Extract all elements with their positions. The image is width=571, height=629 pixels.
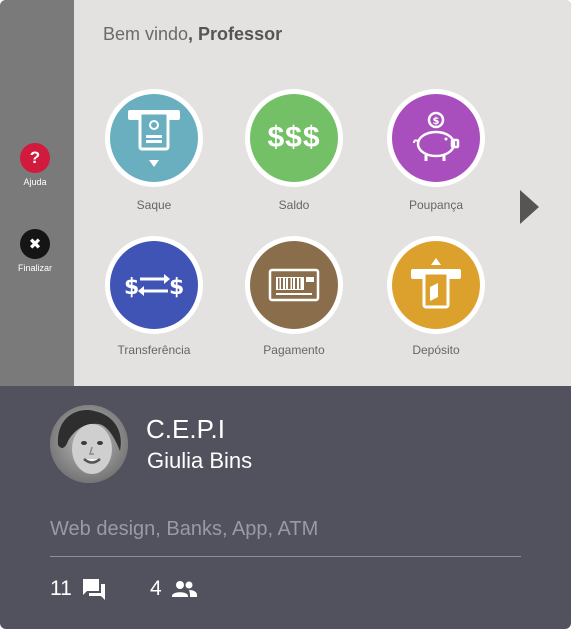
close-icon: ✖ — [20, 229, 50, 259]
atm-withdraw-icon — [110, 94, 198, 182]
tile-transferencia[interactable]: $ $ Transferência — [94, 236, 214, 357]
comments-icon — [82, 579, 105, 600]
welcome-name: , Professor — [188, 24, 283, 44]
followers-count-value: 4 — [150, 577, 162, 600]
svg-text:$: $ — [169, 275, 184, 300]
tile-pagamento[interactable]: Pagamento — [234, 236, 354, 357]
people-icon — [171, 581, 197, 597]
help-button[interactable]: ? Ajuda — [0, 143, 70, 187]
tile-ring — [105, 89, 203, 187]
tile-label: Saque — [136, 198, 172, 212]
finish-label: Finalizar — [17, 263, 52, 273]
author-name[interactable]: Giulia Bins — [147, 448, 252, 474]
dollars-icon: $$$ — [250, 94, 338, 182]
tile-ring: $$$ — [245, 89, 343, 187]
tile-label: Pagamento — [263, 343, 325, 357]
tile-label: Depósito — [412, 343, 460, 357]
tile-saldo[interactable]: $$$ Saldo — [234, 89, 354, 212]
tile-poupanca[interactable]: $ Poupança — [376, 89, 496, 212]
side-panel: ? Ajuda ✖ Finalizar — [0, 0, 74, 386]
atm-screen: Bem vindo, Professor Saque $$$ Saldo $ P… — [74, 0, 571, 386]
tile-deposito[interactable]: Depósito — [376, 236, 496, 357]
tile-ring — [387, 236, 485, 334]
next-page-arrow-icon[interactable] — [520, 190, 539, 224]
piggy-bank-icon: $ — [392, 94, 480, 182]
svg-text:$: $ — [124, 275, 139, 300]
project-card: ? Ajuda ✖ Finalizar Bem vindo, Professor — [0, 0, 571, 629]
tile-ring: $ — [387, 89, 485, 187]
divider — [50, 556, 521, 557]
tile-label: Saldo — [278, 198, 310, 212]
transfer-icon: $ $ — [110, 241, 198, 329]
finish-button[interactable]: ✖ Finalizar — [0, 229, 70, 273]
comments-count-value: 11 — [50, 577, 72, 600]
tile-label: Poupança — [408, 198, 464, 212]
welcome-prefix: Bem vindo — [103, 24, 189, 44]
deposit-icon — [392, 241, 480, 329]
help-icon: ? — [20, 143, 50, 173]
comments-count[interactable]: 11 — [50, 577, 107, 601]
followers-count[interactable]: 4 — [150, 577, 197, 601]
avatar[interactable] — [50, 405, 128, 483]
dollars-glyph: $$$ — [267, 121, 321, 154]
tile-label: Transferência — [117, 343, 191, 357]
tile-ring: $ $ — [105, 236, 203, 334]
svg-text:$: $ — [433, 116, 440, 127]
welcome-message: Bem vindo, Professor — [103, 24, 282, 45]
help-label: Ajuda — [23, 177, 47, 187]
project-title[interactable]: C.E.P.I — [146, 414, 225, 445]
tile-ring — [245, 236, 343, 334]
barcode-icon — [250, 241, 338, 329]
project-tags: Web design, Banks, App, ATM — [50, 518, 319, 540]
tile-saque[interactable]: Saque — [94, 89, 214, 212]
